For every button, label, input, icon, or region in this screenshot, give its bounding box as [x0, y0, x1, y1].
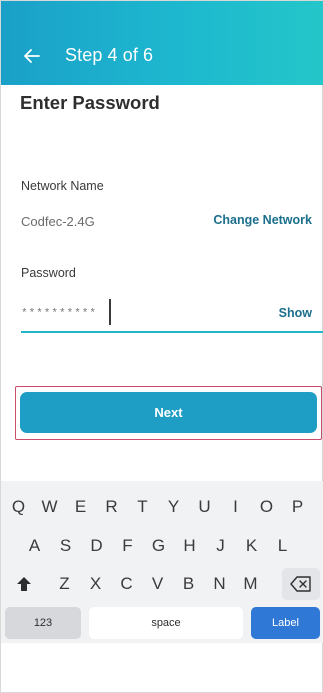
password-underline — [21, 331, 323, 333]
show-password-link[interactable]: Show — [279, 306, 312, 320]
key-f[interactable]: F — [114, 530, 141, 562]
back-button[interactable] — [19, 43, 45, 69]
screen: Step 4 of 6 Enter Password Network Name … — [0, 0, 323, 693]
key-s[interactable]: S — [52, 530, 79, 562]
key-i[interactable]: I — [222, 491, 249, 523]
key-p[interactable]: P — [284, 491, 311, 523]
key-n[interactable]: N — [206, 568, 233, 600]
change-network-link[interactable]: Change Network — [213, 213, 312, 227]
backspace-icon — [290, 576, 311, 592]
key-z[interactable]: Z — [51, 568, 78, 600]
key-x[interactable]: X — [82, 568, 109, 600]
key-u[interactable]: U — [191, 491, 218, 523]
key-r[interactable]: R — [98, 491, 125, 523]
space-key[interactable]: space — [89, 607, 243, 639]
delete-key[interactable] — [282, 568, 320, 600]
key-w[interactable]: W — [36, 491, 63, 523]
network-name-label: Network Name — [21, 179, 104, 193]
password-input[interactable] — [21, 299, 201, 329]
shift-key[interactable] — [7, 568, 41, 600]
key-m[interactable]: M — [237, 568, 264, 600]
app-bar: Step 4 of 6 — [1, 1, 323, 85]
label-action-key[interactable]: Label — [251, 607, 320, 639]
key-q[interactable]: Q — [5, 491, 32, 523]
network-name-value: Codfec-2.4G — [21, 214, 95, 229]
numbers-key[interactable]: 123 — [5, 607, 81, 639]
page-step-title: Step 4 of 6 — [65, 45, 154, 65]
key-g[interactable]: G — [145, 530, 172, 562]
key-l[interactable]: L — [269, 530, 296, 562]
key-v[interactable]: V — [144, 568, 171, 600]
next-button[interactable]: Next — [20, 392, 317, 433]
key-c[interactable]: C — [113, 568, 140, 600]
key-e[interactable]: E — [67, 491, 94, 523]
page-title: Enter Password — [20, 92, 160, 113]
key-d[interactable]: D — [83, 530, 110, 562]
key-t[interactable]: T — [129, 491, 156, 523]
key-y[interactable]: Y — [160, 491, 187, 523]
password-label: Password — [21, 266, 76, 280]
key-b[interactable]: B — [175, 568, 202, 600]
text-caret — [109, 299, 111, 325]
key-a[interactable]: A — [21, 530, 48, 562]
on-screen-keyboard: Q W E R T Y U I O P A S D F G H J K L Z … — [1, 481, 323, 643]
key-h[interactable]: H — [176, 530, 203, 562]
key-j[interactable]: J — [207, 530, 234, 562]
shift-arrow-icon — [17, 577, 31, 591]
arrow-left-icon — [24, 49, 40, 63]
key-o[interactable]: O — [253, 491, 280, 523]
key-k[interactable]: K — [238, 530, 265, 562]
